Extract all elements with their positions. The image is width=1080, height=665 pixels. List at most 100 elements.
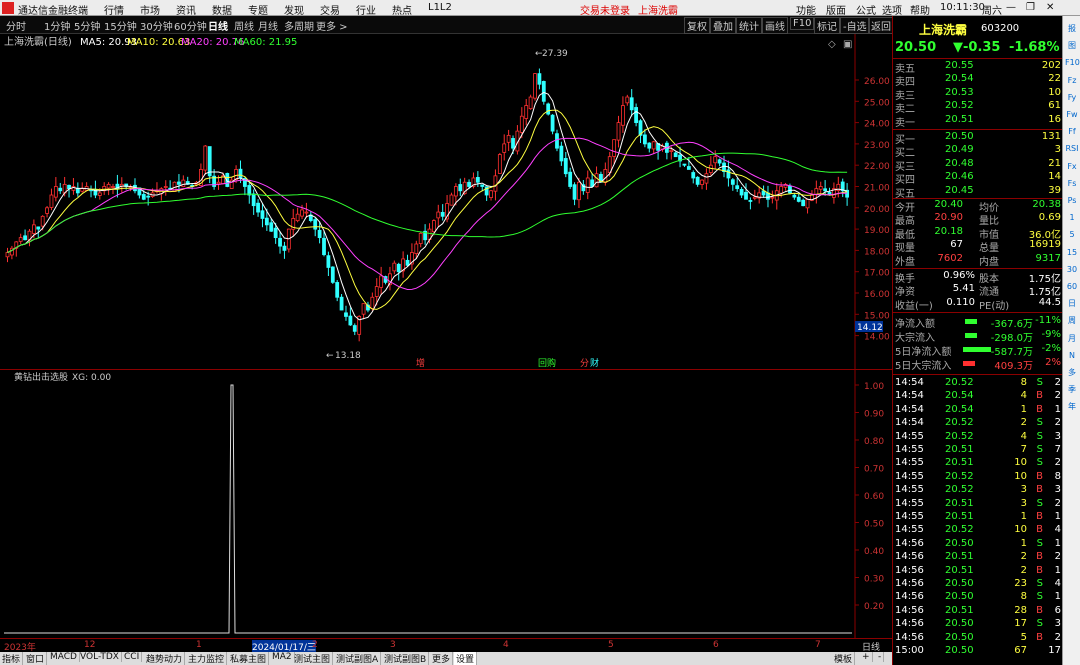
side-tool-9[interactable]: Fs — [1065, 177, 1079, 191]
menu-market[interactable]: 市场 — [140, 2, 160, 17]
menu-hot[interactable]: 热点 — [392, 2, 412, 17]
menu-discover[interactable]: 发现 — [284, 2, 304, 17]
login-status[interactable]: 交易未登录 — [580, 2, 630, 17]
side-tool-12[interactable]: 5 — [1065, 228, 1079, 242]
tab-trend[interactable]: 趋势动力 — [144, 652, 186, 665]
tick-volume: 67 — [1014, 645, 1027, 656]
side-tool-0[interactable]: 报 — [1065, 22, 1079, 36]
side-tool-1[interactable]: 图 — [1065, 39, 1079, 53]
tab-vol[interactable]: VOL-TDX — [78, 652, 122, 662]
button-template[interactable]: 模板 — [832, 652, 856, 665]
menu-formula[interactable]: 公式 — [856, 2, 876, 17]
side-tool-16[interactable]: 日 — [1065, 297, 1079, 311]
menu-topic[interactable]: 专题 — [248, 2, 268, 17]
marker-dividend[interactable]: 分 — [580, 358, 589, 369]
tab-window[interactable]: 窗口 — [24, 652, 48, 665]
menu-l1l2[interactable]: L1L2 — [428, 2, 452, 13]
side-tool-13[interactable]: 15 — [1065, 246, 1079, 260]
tab-intraday[interactable]: 分时 — [6, 18, 26, 33]
candle-body — [726, 169, 731, 179]
side-tool-19[interactable]: N — [1065, 349, 1079, 363]
button-draw[interactable]: 画线 — [762, 17, 788, 34]
minimize-icon[interactable]: — — [1006, 2, 1016, 13]
button-f10[interactable]: F10 — [790, 17, 815, 30]
side-tool-7[interactable]: RSI — [1065, 142, 1079, 156]
kline-chart[interactable]: 上海洗霸(日线) MA5: 20.93 MA10: 20.63 MA20: 20… — [0, 34, 892, 370]
tab-settings[interactable]: 设置 — [454, 652, 478, 665]
marker-add[interactable]: 增 — [416, 357, 425, 369]
side-tool-6[interactable]: Ff — [1065, 125, 1079, 139]
button-back[interactable]: 返回 — [868, 17, 894, 34]
tab-multi[interactable]: 多周期 — [284, 18, 314, 33]
button-zoom-out[interactable]: - — [876, 652, 885, 662]
side-tool-3[interactable]: Fz — [1065, 74, 1079, 88]
quote-header: 上海洗霸 603200 — [893, 21, 1063, 37]
tab-main-monitor[interactable]: 主力监控 — [186, 652, 228, 665]
tab-weekly[interactable]: 周线 — [234, 18, 254, 33]
menu-news[interactable]: 资讯 — [176, 2, 196, 17]
side-tool-8[interactable]: Fx — [1065, 160, 1079, 174]
tab-test-sub-a[interactable]: 测试副图A — [334, 652, 382, 665]
side-tool-18[interactable]: 月 — [1065, 332, 1079, 346]
marker-finance[interactable]: 财 — [590, 357, 599, 369]
indicator-panel[interactable]: 黄钻出击选股 XG: 0.00 1.00 0.90 0.80 0.70 0.60 0.50… — [0, 370, 892, 638]
side-tool-14[interactable]: 30 — [1065, 263, 1079, 277]
price-tick-label: 25.00 — [864, 98, 890, 108]
tick-price: 20.51 — [945, 511, 974, 522]
button-watchlist[interactable]: -自选 — [840, 17, 870, 34]
menu-industry[interactable]: 行业 — [356, 2, 376, 17]
tab-5min[interactable]: 5分钟 — [74, 18, 100, 33]
button-adjust[interactable]: 复权 — [684, 17, 710, 34]
tab-1min[interactable]: 1分钟 — [44, 18, 70, 33]
tab-more[interactable]: 更多 — [430, 652, 454, 665]
menu-help[interactable]: 帮助 — [910, 2, 930, 17]
button-overlay[interactable]: 叠加 — [710, 17, 736, 34]
side-tool-11[interactable]: 1 — [1065, 211, 1079, 225]
tab-daily[interactable]: 日线 — [208, 18, 228, 33]
side-tool-4[interactable]: Fy — [1065, 91, 1079, 105]
side-tool-17[interactable]: 周 — [1065, 314, 1079, 328]
menu-layout[interactable]: 版面 — [826, 2, 846, 17]
tab-test-sub-b[interactable]: 测试副图B — [382, 652, 430, 665]
menu-trade[interactable]: 交易 — [320, 2, 340, 17]
tab-cci[interactable]: CCI — [122, 652, 143, 662]
tab-30min[interactable]: 30分钟 — [140, 18, 173, 33]
tab-15min[interactable]: 15分钟 — [104, 18, 137, 33]
button-zoom-in[interactable]: + — [860, 652, 873, 662]
tab-monthly[interactable]: 月线 — [258, 18, 278, 33]
tick-row: 14:56 20.50 1 S 1 — [893, 538, 1063, 551]
flow-label: 5日大宗流入 — [895, 361, 952, 372]
side-tool-10[interactable]: Ps — [1065, 194, 1079, 208]
close-icon[interactable]: ✕ — [1046, 2, 1054, 13]
tab-indicator[interactable]: 指标 — [0, 652, 24, 665]
restore-icon[interactable]: ❐ — [1026, 2, 1035, 13]
button-mark[interactable]: 标记 — [814, 17, 840, 34]
stat-row: 外盘 7602 内盘 9317 — [893, 253, 1063, 268]
tab-macd[interactable]: MACD — [48, 652, 80, 662]
candle-body — [247, 185, 252, 196]
tab-60min[interactable]: 60分钟 — [174, 18, 207, 33]
candle-body — [801, 199, 806, 207]
side-tool-22[interactable]: 年 — [1065, 400, 1079, 414]
side-tool-2[interactable]: F10 — [1065, 56, 1080, 70]
low-label: 13.18 — [335, 351, 361, 361]
side-tool-5[interactable]: Fw — [1065, 108, 1079, 122]
menu-options[interactable]: 选项 — [882, 2, 902, 17]
candle-body — [555, 133, 559, 149]
menu-data[interactable]: 数据 — [212, 2, 232, 17]
menu-function[interactable]: 功能 — [796, 2, 816, 17]
side-tool-20[interactable]: 多 — [1065, 366, 1079, 380]
menu-quotes[interactable]: 行情 — [104, 2, 124, 17]
candle-body — [396, 263, 401, 273]
button-stats[interactable]: 统计 — [736, 17, 762, 34]
tab-test-main[interactable]: 测试主图 — [292, 652, 334, 665]
tab-private[interactable]: 私募主图 — [228, 652, 270, 665]
marker-buyback[interactable]: 回购 — [538, 357, 556, 369]
side-tool-21[interactable]: 季 — [1065, 383, 1079, 397]
candle-body — [352, 325, 357, 332]
tab-more[interactable]: 更多 > — [316, 18, 348, 33]
side-tool-15[interactable]: 60 — [1065, 280, 1079, 294]
tab-ma2[interactable]: MA2 — [270, 652, 295, 662]
expand-icon[interactable]: ▣ — [843, 39, 852, 50]
settings-icon[interactable]: ◇ — [828, 39, 836, 50]
